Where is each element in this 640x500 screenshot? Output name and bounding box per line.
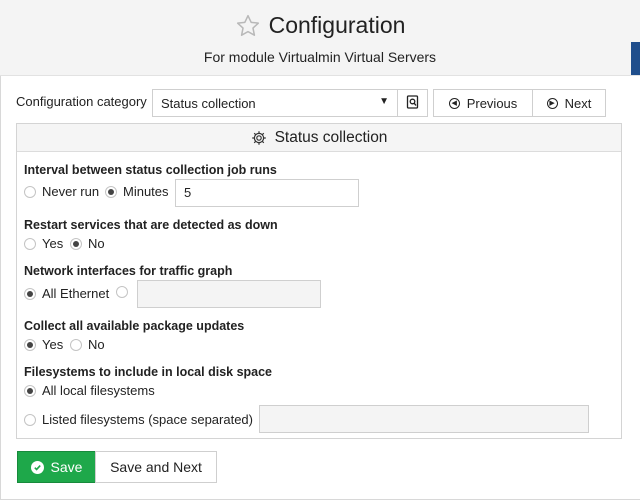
filesystems-option-listed[interactable]: Listed filesystems (space separated)	[24, 412, 253, 427]
category-label: Configuration category	[16, 94, 147, 109]
search-icon	[406, 94, 420, 112]
arrow-right-circle-icon: ▶	[546, 97, 558, 109]
all-local-label: All local filesystems	[42, 383, 155, 398]
filesystems-option-all-local[interactable]: All local filesystems	[24, 383, 155, 398]
interval-minutes-input[interactable]: 5	[175, 179, 359, 207]
category-row: Configuration category Status collection…	[16, 89, 606, 117]
next-button[interactable]: ▶ Next	[532, 89, 606, 117]
packages-label: Collect all available package updates	[24, 319, 245, 333]
previous-button[interactable]: ◀ Previous	[433, 89, 533, 117]
restart-yes-label: Yes	[42, 236, 64, 251]
next-label: Next	[564, 95, 592, 111]
radio-listed-filesystems[interactable]	[24, 413, 36, 426]
title-row: Configuration	[0, 12, 640, 39]
radio-packages-yes[interactable]	[24, 338, 36, 351]
never-run-label: Never run	[42, 184, 100, 199]
restart-no-label: No	[88, 236, 105, 251]
settings-panel: Status collection Interval between statu…	[16, 123, 622, 439]
save-button[interactable]: Save	[17, 451, 96, 483]
packages-no-label: No	[88, 337, 105, 352]
radio-network-custom[interactable]	[116, 286, 128, 298]
restart-option-no[interactable]: No	[70, 236, 105, 251]
right-accent-bar	[631, 42, 640, 75]
panel-title: Status collection	[274, 128, 388, 146]
previous-label: Previous	[466, 95, 518, 111]
packages-option-no[interactable]: No	[70, 337, 105, 352]
network-option-all-ethernet[interactable]: All Ethernet	[24, 286, 109, 301]
check-circle-icon	[30, 460, 44, 474]
header: Configuration For module Virtualmin Virt…	[0, 0, 640, 76]
minutes-label: Minutes	[123, 184, 169, 199]
network-interfaces-input[interactable]	[137, 280, 321, 308]
dropdown-caret-icon: ▼	[379, 96, 389, 107]
listed-filesystems-label: Listed filesystems (space separated)	[42, 412, 253, 427]
save-and-next-button[interactable]: Save and Next	[95, 451, 217, 483]
radio-never-run[interactable]	[24, 185, 36, 198]
save-and-next-label: Save and Next	[110, 459, 202, 475]
save-label: Save	[50, 459, 83, 475]
interval-option-never[interactable]: Never run	[24, 184, 99, 199]
interval-label: Interval between status collection job r…	[24, 163, 277, 177]
radio-restart-no[interactable]	[70, 237, 82, 250]
interval-option-minutes[interactable]: Minutes	[105, 184, 169, 199]
restart-option-yes[interactable]: Yes	[24, 236, 63, 251]
packages-option-yes[interactable]: Yes	[24, 337, 63, 352]
radio-minutes[interactable]	[105, 185, 117, 198]
radio-all-ethernet[interactable]	[24, 287, 36, 300]
star-outline-icon[interactable]	[235, 13, 261, 39]
radio-restart-yes[interactable]	[24, 237, 36, 250]
arrow-left-circle-icon: ◀	[448, 97, 460, 109]
category-search-button[interactable]	[397, 89, 428, 117]
restart-label: Restart services that are detected as do…	[24, 218, 278, 232]
radio-all-local[interactable]	[24, 384, 36, 397]
filesystems-label: Filesystems to include in local disk spa…	[24, 365, 273, 379]
radio-packages-no[interactable]	[70, 338, 82, 351]
network-label: Network interfaces for traffic graph	[24, 264, 233, 278]
page-subtitle: For module Virtualmin Virtual Servers	[203, 49, 437, 65]
all-ethernet-label: All Ethernet	[42, 286, 110, 301]
page-title: Configuration	[268, 12, 406, 38]
gear-icon	[251, 130, 267, 146]
listed-filesystems-input[interactable]	[259, 405, 589, 433]
packages-yes-label: Yes	[42, 337, 64, 352]
network-option-custom[interactable]	[116, 286, 128, 298]
category-selected-value: Status collection	[161, 96, 256, 111]
panel-header: Status collection	[17, 124, 621, 152]
category-select[interactable]: Status collection ▼	[152, 89, 398, 117]
